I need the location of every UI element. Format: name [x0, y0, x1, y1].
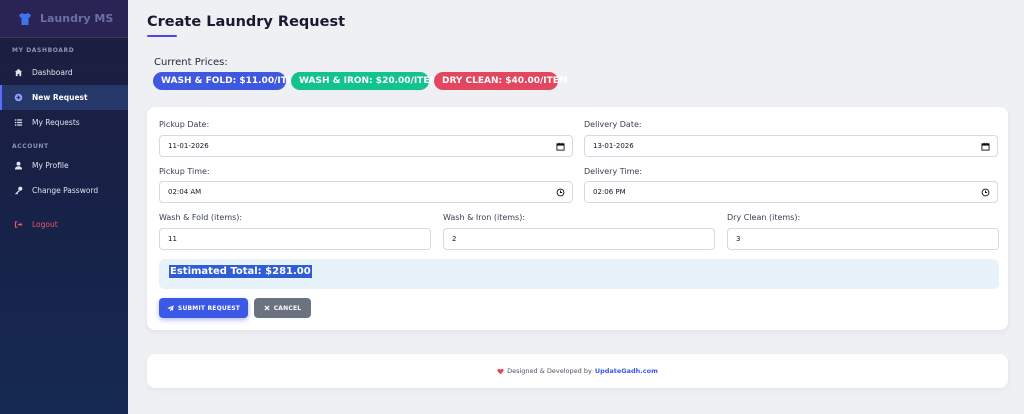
- pickup-date-field[interactable]: 11-01-2026: [159, 135, 573, 157]
- sidebar: Laundry MS MY DASHBOARD Dashboard New Re…: [0, 0, 128, 414]
- cancel-button[interactable]: CANCEL: [254, 298, 311, 318]
- wash-fold-input[interactable]: 11: [159, 228, 431, 250]
- section-title-dashboard: MY DASHBOARD: [12, 47, 75, 54]
- wash-fold-label: Wash & Fold (items):: [159, 213, 243, 222]
- pickup-time-field[interactable]: 02:04 AM: [159, 181, 573, 203]
- price-badges: WASH & FOLD: $11.00/ITEM WASH & IRON: $2…: [153, 72, 568, 90]
- sidebar-item-my-profile[interactable]: My Profile: [0, 153, 128, 178]
- price-badge-wash-fold: WASH & FOLD: $11.00/ITEM: [153, 72, 302, 90]
- estimated-total-box: Estimated Total: $281.00: [159, 259, 999, 289]
- prices-label: Current Prices:: [154, 57, 228, 68]
- pickup-date-label: Pickup Date:: [159, 120, 210, 129]
- submit-label: SUBMIT REQUEST: [177, 304, 241, 312]
- brand[interactable]: Laundry MS: [0, 0, 128, 38]
- pickup-time-label: Pickup Time:: [159, 167, 210, 176]
- sidebar-item-new-request[interactable]: New Request: [0, 85, 128, 110]
- user-icon: [14, 161, 23, 170]
- pickup-date-value: 11-01-2026: [168, 142, 209, 150]
- heart-icon: [497, 368, 504, 375]
- clock-icon[interactable]: [556, 188, 565, 197]
- delivery-time-value: 02:06 PM: [593, 188, 626, 196]
- brand-name: Laundry MS: [40, 12, 114, 25]
- calendar-icon[interactable]: [981, 142, 990, 151]
- footer-text: Designed & Developed by: [507, 367, 592, 375]
- home-icon: [14, 68, 23, 77]
- sign-out-icon: [14, 220, 23, 229]
- wash-iron-value: 2: [452, 235, 457, 243]
- sidebar-item-dashboard[interactable]: Dashboard: [0, 60, 128, 85]
- sidebar-item-change-password[interactable]: Change Password: [0, 178, 128, 203]
- delivery-date-field[interactable]: 13-01-2026: [584, 135, 998, 157]
- price-badge-wash-iron: WASH & IRON: $20.00/ITEM: [291, 72, 438, 90]
- sidebar-item-label: My Requests: [32, 118, 80, 127]
- dry-clean-value: 3: [736, 235, 741, 243]
- page-title: Create Laundry Request: [147, 14, 346, 30]
- close-icon: [264, 305, 270, 311]
- title-underline: [147, 35, 177, 37]
- pickup-time-value: 02:04 AM: [168, 188, 202, 196]
- key-icon: [14, 186, 23, 195]
- sidebar-item-my-requests[interactable]: My Requests: [0, 110, 128, 135]
- calendar-icon[interactable]: [556, 142, 565, 151]
- sidebar-item-label: My Profile: [32, 161, 69, 170]
- shirt-icon: [18, 12, 32, 26]
- dry-clean-input[interactable]: 3: [727, 228, 999, 250]
- price-badge-dry-clean: DRY CLEAN: $40.00/ITEM: [434, 72, 568, 90]
- sidebar-item-logout[interactable]: Logout: [0, 212, 128, 237]
- cancel-label: CANCEL: [273, 304, 302, 312]
- plus-circle-icon: [14, 93, 23, 102]
- paper-plane-icon: [167, 304, 174, 312]
- sidebar-item-label: New Request: [32, 93, 88, 102]
- delivery-time-field[interactable]: 02:06 PM: [584, 181, 998, 203]
- dry-clean-label: Dry Clean (items):: [727, 213, 801, 222]
- submit-request-button[interactable]: SUBMIT REQUEST: [159, 298, 248, 318]
- wash-fold-value: 11: [168, 235, 177, 243]
- list-icon: [14, 118, 23, 127]
- sidebar-item-label: Change Password: [32, 186, 99, 195]
- clock-icon[interactable]: [981, 188, 990, 197]
- delivery-time-label: Delivery Time:: [584, 167, 643, 176]
- wash-iron-input[interactable]: 2: [443, 228, 715, 250]
- section-title-account: ACCOUNT: [12, 143, 49, 150]
- sidebar-item-label: Logout: [32, 220, 58, 229]
- estimated-total: Estimated Total: $281.00: [169, 265, 312, 278]
- wash-iron-label: Wash & Iron (items):: [443, 213, 526, 222]
- sidebar-item-label: Dashboard: [32, 68, 73, 77]
- delivery-date-value: 13-01-2026: [593, 142, 634, 150]
- footer: Designed & Developed by UpdateGadh.com: [147, 354, 1008, 388]
- delivery-date-label: Delivery Date:: [584, 120, 642, 129]
- footer-link[interactable]: UpdateGadh.com: [595, 367, 658, 375]
